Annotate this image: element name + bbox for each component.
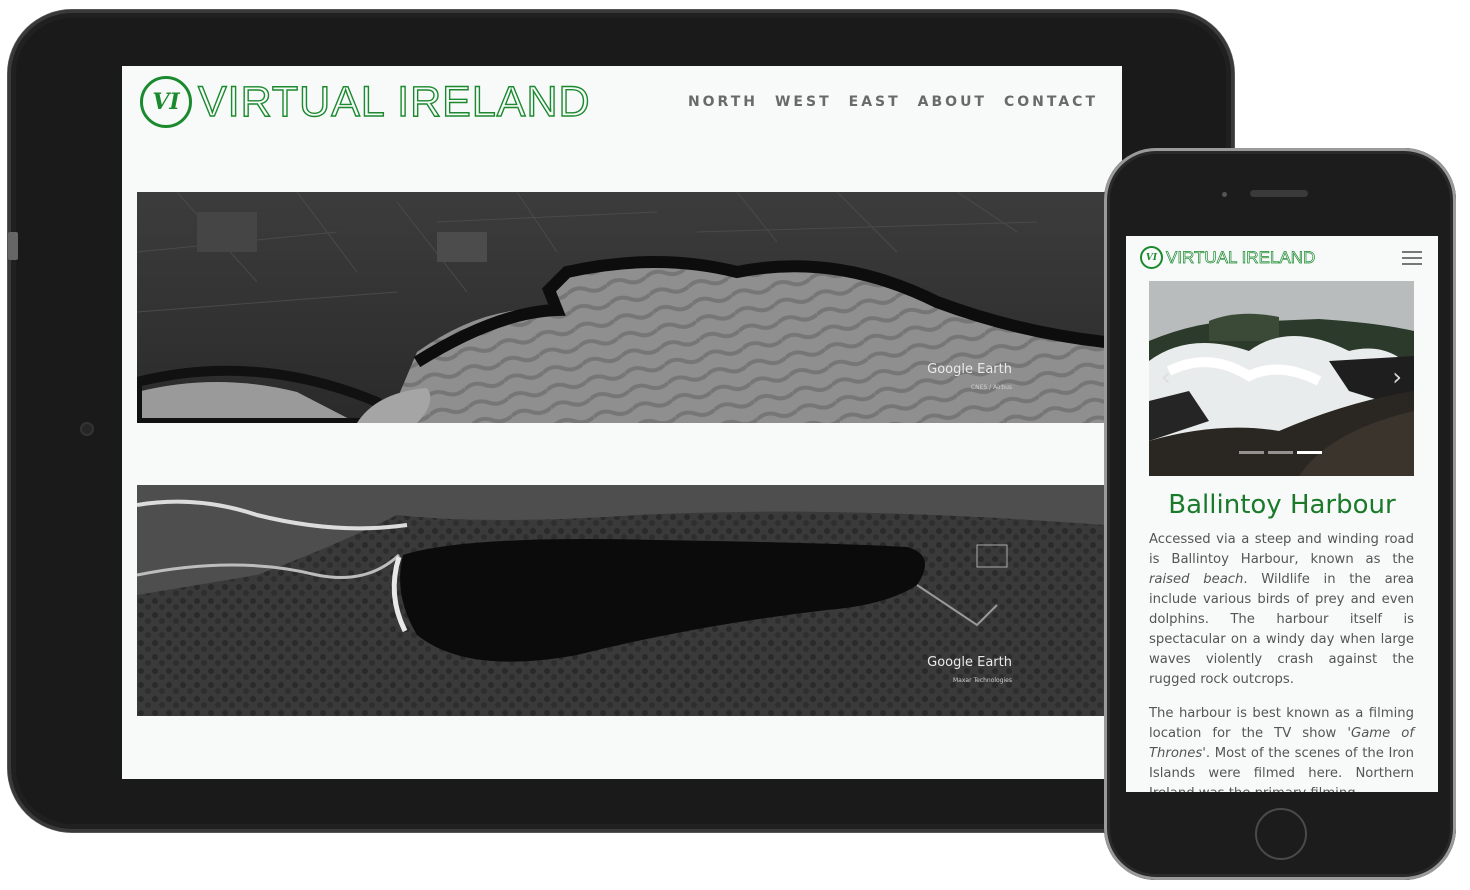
nav-contact[interactable]: CONTACT bbox=[1004, 94, 1098, 110]
carousel-indicator-1[interactable] bbox=[1239, 451, 1264, 454]
image-carousel[interactable]: ‹ › bbox=[1149, 281, 1414, 476]
phone-screen: VI VIRTUAL IRELAND ‹ › Ballintoy Harbour… bbox=[1126, 236, 1438, 792]
nav-about[interactable]: ABOUT bbox=[918, 94, 987, 110]
nav-east[interactable]: EAST bbox=[849, 94, 901, 110]
image-credit-2: Maxar Technologies bbox=[953, 677, 1012, 684]
carousel-next-icon[interactable]: › bbox=[1392, 363, 1402, 391]
image-credit: CNES / Airbus bbox=[970, 384, 1012, 391]
carousel-indicators bbox=[1239, 451, 1322, 454]
aerial-image-north-graphic bbox=[137, 192, 1105, 423]
tablet-camera bbox=[80, 422, 94, 436]
carousel-indicator-2[interactable] bbox=[1268, 451, 1293, 454]
home-button[interactable] bbox=[1255, 808, 1307, 860]
tablet-side-button bbox=[8, 232, 18, 260]
nav-west[interactable]: WEST bbox=[775, 94, 832, 110]
page-title: Ballintoy Harbour bbox=[1168, 490, 1396, 520]
mobile-site-logo[interactable]: VI VIRTUAL IRELAND bbox=[1140, 246, 1316, 269]
nav-north[interactable]: NORTH bbox=[688, 94, 758, 110]
mobile-logo-text: VIRTUAL IRELAND bbox=[1166, 247, 1316, 267]
mobile-logo-emblem: VI bbox=[1140, 246, 1163, 269]
google-earth-watermark-2: Google Earth bbox=[927, 655, 1012, 670]
google-earth-watermark: Google Earth bbox=[927, 362, 1012, 377]
carousel-slide-image bbox=[1149, 281, 1414, 476]
carousel-prev-icon[interactable]: ‹ bbox=[1161, 363, 1171, 391]
carousel-indicator-3[interactable] bbox=[1297, 451, 1322, 454]
aerial-image-north[interactable]: Google Earth CNES / Airbus bbox=[137, 192, 1105, 423]
tablet-device: VI VIRTUAL IRELAND NORTH WEST EAST ABOUT… bbox=[8, 10, 1234, 832]
phone-camera bbox=[1222, 192, 1227, 197]
logo-emblem: VI bbox=[140, 76, 192, 128]
logo-text: VIRTUAL IRELAND bbox=[197, 77, 591, 126]
emphasis-raised-beach: raised beach bbox=[1149, 572, 1244, 587]
paragraph-1: Accessed via a steep and winding road is… bbox=[1149, 532, 1414, 687]
main-nav: NORTH WEST EAST ABOUT CONTACT bbox=[688, 94, 1098, 110]
paragraph-2: The harbour is best known as a filming l… bbox=[1149, 706, 1414, 792]
tablet-screen: VI VIRTUAL IRELAND NORTH WEST EAST ABOUT… bbox=[122, 66, 1122, 779]
hamburger-icon[interactable] bbox=[1402, 251, 1422, 265]
aerial-image-lake[interactable]: Google Earth Maxar Technologies bbox=[137, 485, 1105, 716]
site-logo[interactable]: VI VIRTUAL IRELAND bbox=[140, 76, 591, 128]
phone-speaker bbox=[1250, 190, 1308, 197]
phone-device: VI VIRTUAL IRELAND ‹ › Ballintoy Harbour… bbox=[1104, 148, 1456, 880]
